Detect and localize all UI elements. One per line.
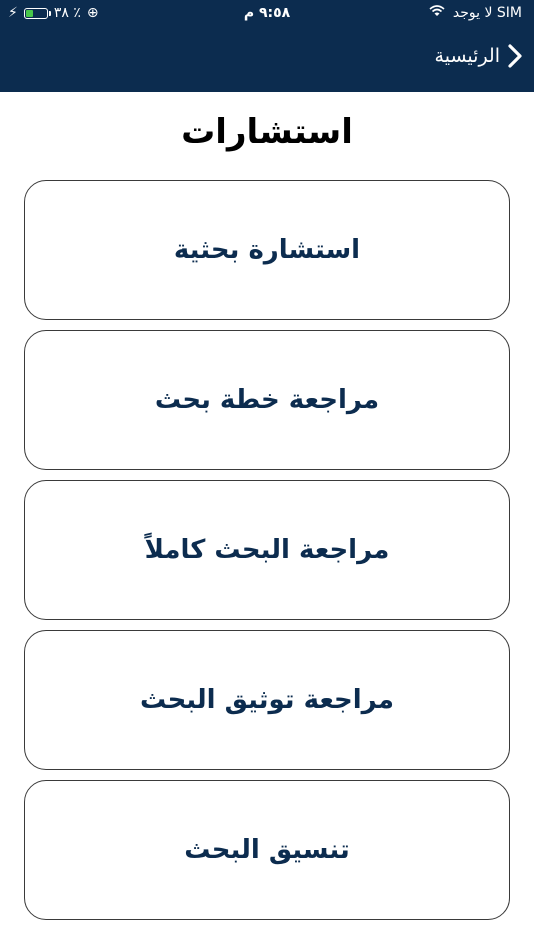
nav-bar: الرئيسية (0, 40, 534, 80)
consultation-menu: استشارة بحثية مراجعة خطة بحث مراجعة البح… (24, 180, 510, 930)
menu-item-label: مراجعة خطة بحث (154, 385, 380, 415)
menu-item-label: تنسيق البحث (184, 835, 350, 865)
menu-item-label: مراجعة توثيق البحث (140, 685, 394, 715)
menu-item-review-full-research[interactable]: مراجعة البحث كاملاً (24, 480, 510, 620)
menu-item-format-research[interactable]: تنسيق البحث (24, 780, 510, 920)
menu-item-review-research-plan[interactable]: مراجعة خطة بحث (24, 330, 510, 470)
status-bar: ⚡ ٣٨ ٪ ⊕ ٩:٥٨ م لا يوجد SIM (0, 0, 534, 28)
carrier-label: لا يوجد SIM (452, 5, 522, 21)
back-button[interactable]: الرئيسية (435, 44, 522, 68)
chevron-right-icon (508, 44, 522, 68)
menu-item-review-citations[interactable]: مراجعة توثيق البحث (24, 630, 510, 770)
menu-item-label: استشارة بحثية (173, 235, 361, 265)
menu-item-research-consultation[interactable]: استشارة بحثية (24, 180, 510, 320)
status-right: لا يوجد SIM (429, 5, 522, 21)
top-bar: ⚡ ٣٨ ٪ ⊕ ٩:٥٨ م لا يوجد SIM الرئيسية (0, 0, 534, 92)
back-label: الرئيسية (434, 45, 500, 67)
menu-item-label: مراجعة البحث كاملاً (144, 535, 390, 565)
page-title: استشارات (181, 112, 353, 152)
wifi-icon (429, 5, 445, 21)
